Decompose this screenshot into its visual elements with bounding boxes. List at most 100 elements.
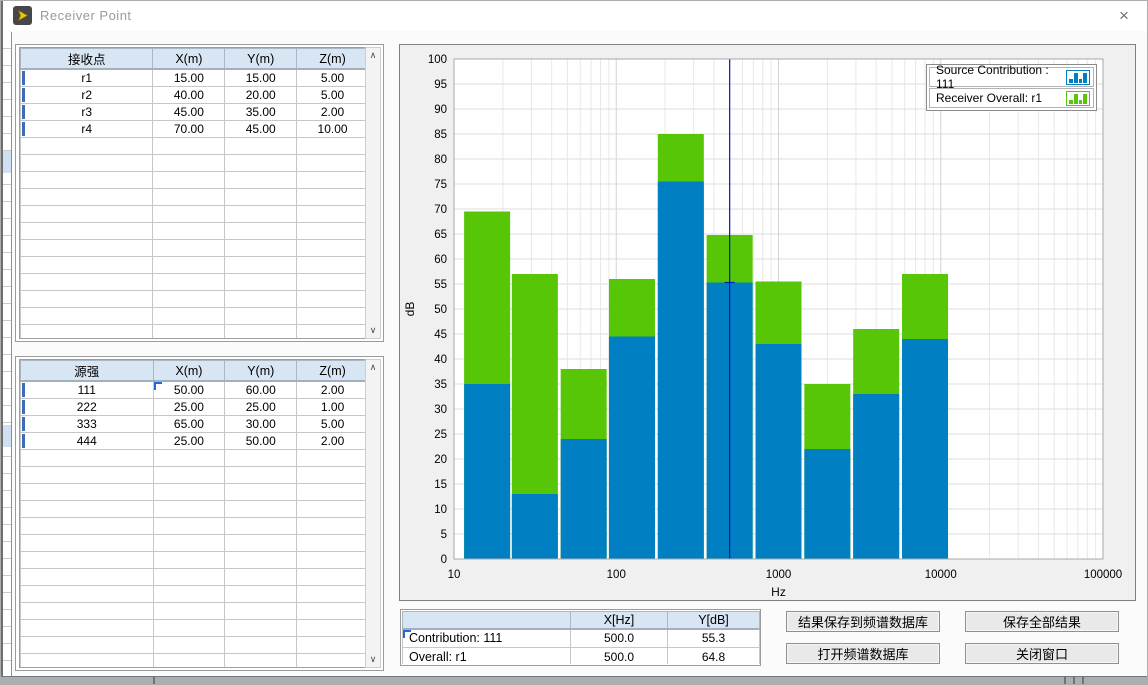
table-cell[interactable] [153, 205, 225, 222]
legend-entry-overall[interactable]: Receiver Overall: r1 [929, 88, 1094, 108]
table-cell[interactable] [21, 568, 154, 585]
table-cell[interactable] [297, 534, 369, 551]
table-cell[interactable] [21, 551, 154, 568]
table-cell[interactable] [225, 585, 297, 602]
table-cell[interactable] [297, 154, 369, 171]
table-cell[interactable] [297, 500, 369, 517]
table-cell[interactable]: 25.00 [153, 398, 225, 415]
table-cell[interactable]: 5.00 [297, 86, 369, 103]
table-cell[interactable] [297, 256, 369, 273]
scroll-up-icon[interactable]: ∧ [366, 360, 380, 375]
source-table-scrollbar[interactable]: ∧ ∨ [365, 359, 381, 668]
table-cell[interactable] [297, 551, 369, 568]
table-cell[interactable] [21, 653, 154, 668]
table-cell[interactable] [225, 222, 297, 239]
table-cell[interactable] [225, 466, 297, 483]
table-cell[interactable] [21, 636, 154, 653]
table-cell[interactable] [225, 619, 297, 636]
table-cell[interactable] [297, 324, 369, 339]
table-cell[interactable] [225, 137, 297, 154]
table-cell[interactable]: 50.00 [225, 432, 297, 449]
table-cell[interactable]: 444 [21, 432, 154, 449]
table-cell[interactable] [153, 307, 225, 324]
table-cell[interactable] [225, 483, 297, 500]
table-cell[interactable]: r1 [21, 69, 153, 86]
table-cell[interactable]: 5.00 [297, 69, 369, 86]
table-cell[interactable] [21, 449, 154, 466]
table-cell[interactable] [153, 619, 225, 636]
table-cell[interactable]: 30.00 [225, 415, 297, 432]
table-cell[interactable] [153, 290, 225, 307]
table-cell[interactable]: 333 [21, 415, 154, 432]
table-cell[interactable] [297, 517, 369, 534]
table-cell[interactable] [225, 171, 297, 188]
table-cell[interactable] [21, 517, 154, 534]
table-cell[interactable] [21, 483, 154, 500]
table-cell[interactable]: 111 [21, 381, 154, 398]
table-cell[interactable] [297, 449, 369, 466]
table-cell[interactable] [153, 653, 225, 668]
table-cell[interactable] [297, 137, 369, 154]
table-cell[interactable] [225, 568, 297, 585]
table-cell[interactable] [153, 222, 225, 239]
table-cell[interactable] [21, 290, 153, 307]
table-cell[interactable] [297, 273, 369, 290]
chart-legend[interactable]: Source Contribution : 111 Receiver Overa… [926, 64, 1097, 111]
title-bar[interactable]: Receiver Point × [3, 1, 1147, 31]
table-cell[interactable] [153, 483, 225, 500]
table-cell[interactable] [153, 568, 225, 585]
legend-entry-contribution[interactable]: Source Contribution : 111 [929, 67, 1094, 87]
table-cell[interactable] [225, 188, 297, 205]
save-to-spectrum-db-button[interactable]: 结果保存到频谱数据库 [786, 611, 940, 632]
table-cell[interactable] [153, 585, 225, 602]
table-cell[interactable] [225, 307, 297, 324]
table-cell[interactable] [153, 154, 225, 171]
table-cell[interactable] [297, 636, 369, 653]
table-cell[interactable] [21, 222, 153, 239]
table-cell[interactable] [21, 324, 153, 339]
table-cell[interactable] [153, 534, 225, 551]
table-cell[interactable] [153, 171, 225, 188]
table-cell[interactable] [297, 307, 369, 324]
table-cell[interactable]: 25.00 [153, 432, 225, 449]
table-cell[interactable]: 222 [21, 398, 154, 415]
table-cell[interactable] [225, 324, 297, 339]
table-cell[interactable]: 45.00 [225, 120, 297, 137]
table-cell[interactable]: 25.00 [225, 398, 297, 415]
table-cell[interactable]: r2 [21, 86, 153, 103]
table-cell[interactable] [153, 602, 225, 619]
table-cell[interactable] [21, 307, 153, 324]
table-cell[interactable]: 35.00 [225, 103, 297, 120]
table-cell[interactable]: 2.00 [297, 432, 369, 449]
table-cell[interactable]: 60.00 [225, 381, 297, 398]
scroll-up-icon[interactable]: ∧ [366, 48, 380, 63]
table-cell[interactable] [225, 256, 297, 273]
table-cell[interactable] [21, 205, 153, 222]
table-cell[interactable] [153, 188, 225, 205]
table-cell[interactable]: 5.00 [297, 415, 369, 432]
table-cell[interactable]: 10.00 [297, 120, 369, 137]
table-cell[interactable] [21, 154, 153, 171]
table-cell[interactable] [225, 602, 297, 619]
table-cell[interactable]: 20.00 [225, 86, 297, 103]
table-cell[interactable]: 15.00 [153, 69, 225, 86]
table-cell[interactable] [21, 534, 154, 551]
save-all-results-button[interactable]: 保存全部结果 [965, 611, 1119, 632]
table-cell[interactable]: 15.00 [225, 69, 297, 86]
table-cell[interactable] [153, 273, 225, 290]
table-cell[interactable] [21, 500, 154, 517]
table-cell[interactable]: 45.00 [153, 103, 225, 120]
table-cell[interactable]: 40.00 [153, 86, 225, 103]
table-cell[interactable]: 65.00 [153, 415, 225, 432]
table-cell[interactable] [21, 171, 153, 188]
table-cell[interactable] [225, 449, 297, 466]
table-cell[interactable] [153, 137, 225, 154]
table-cell[interactable] [297, 602, 369, 619]
table-cell[interactable] [297, 653, 369, 668]
table-cell[interactable] [297, 483, 369, 500]
table-cell[interactable]: r4 [21, 120, 153, 137]
table-cell[interactable]: 1.00 [297, 398, 369, 415]
table-cell[interactable] [297, 466, 369, 483]
table-cell[interactable] [21, 256, 153, 273]
table-cell[interactable] [225, 534, 297, 551]
